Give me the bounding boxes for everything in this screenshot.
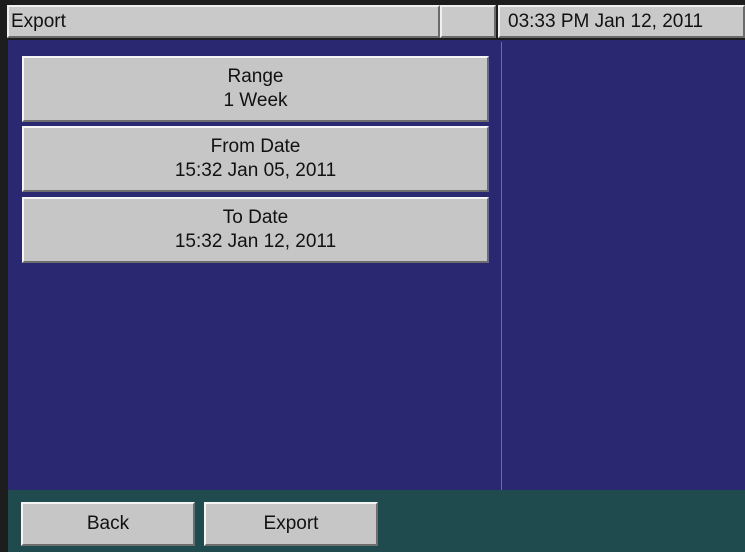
from-date-button[interactable]: From Date 15:32 Jan 05, 2011 bbox=[22, 126, 489, 192]
to-date-label: To Date bbox=[222, 207, 289, 228]
footer-toolbar: Back Export bbox=[8, 490, 745, 552]
export-settings-panel: Range 1 Week From Date 15:32 Jan 05, 201… bbox=[8, 42, 501, 490]
range-label: Range bbox=[227, 66, 284, 87]
range-value: 1 Week bbox=[223, 90, 288, 111]
from-date-label: From Date bbox=[210, 136, 301, 157]
clock-display: 03:33 PM Jan 12, 2011 bbox=[498, 5, 745, 38]
back-button[interactable]: Back bbox=[21, 502, 195, 546]
status-indicator bbox=[440, 5, 496, 38]
range-button[interactable]: Range 1 Week bbox=[22, 56, 489, 122]
left-border bbox=[0, 40, 8, 552]
page-title: Export bbox=[7, 5, 440, 38]
from-date-value: 15:32 Jan 05, 2011 bbox=[174, 160, 337, 181]
to-date-value: 15:32 Jan 12, 2011 bbox=[174, 231, 337, 252]
export-screen: Export 03:33 PM Jan 12, 2011 Range 1 Wee… bbox=[0, 0, 745, 552]
export-button[interactable]: Export bbox=[204, 502, 378, 546]
side-panel bbox=[501, 42, 745, 490]
to-date-button[interactable]: To Date 15:32 Jan 12, 2011 bbox=[22, 197, 489, 263]
title-bar: Export 03:33 PM Jan 12, 2011 bbox=[0, 0, 745, 40]
